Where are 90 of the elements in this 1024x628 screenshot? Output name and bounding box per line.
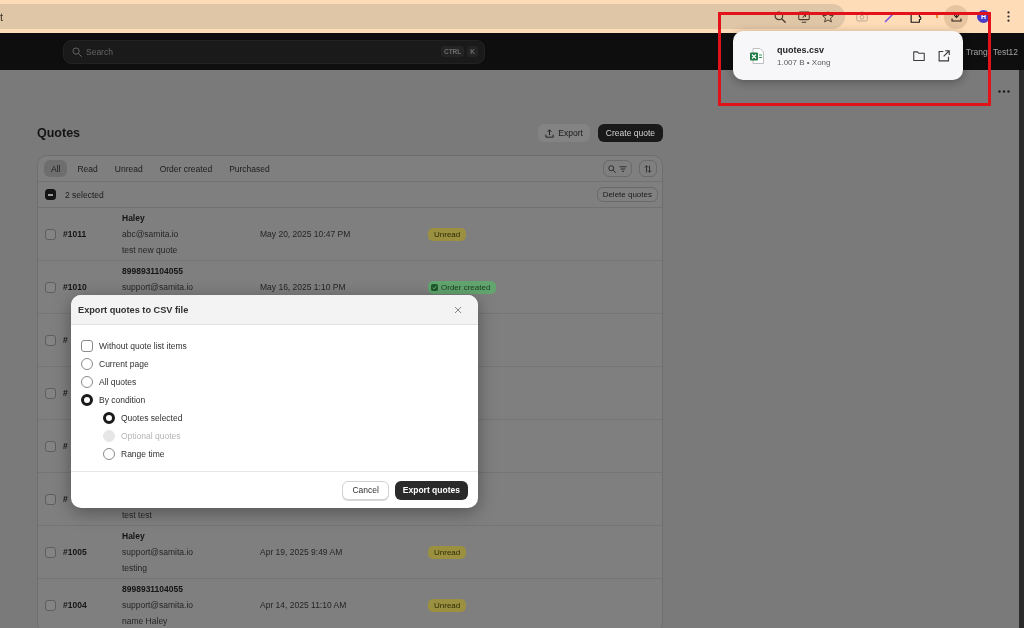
quote-date: May 16, 2025 1:10 PM (260, 282, 346, 292)
quote-note: test new quote (122, 244, 178, 256)
selection-count: 2 selected (65, 189, 104, 200)
ellipsis-icon (998, 89, 1010, 93)
status-badge: Unread (428, 545, 467, 559)
row-checkbox[interactable] (45, 440, 56, 452)
row-checkbox[interactable] (45, 493, 56, 505)
quote-note: name Haley (122, 615, 168, 627)
monitor-arrow-icon[interactable] (798, 10, 810, 23)
search-filter-button[interactable] (603, 160, 632, 177)
filter-tab[interactable]: Order created (152, 160, 220, 177)
filter-tab[interactable]: Unread (107, 160, 150, 177)
quote-number: # (63, 335, 68, 345)
quote-date: Apr 19, 2025 9:49 AM (260, 547, 343, 557)
page-title: Quotes (37, 126, 81, 140)
row-checkbox[interactable] (45, 546, 56, 558)
radio-button[interactable] (103, 448, 115, 460)
star-icon[interactable] (822, 10, 834, 23)
status-label: Order created (441, 281, 491, 294)
row-checkbox[interactable] (45, 281, 56, 293)
upload-icon (545, 128, 555, 138)
row-checkbox[interactable] (45, 387, 56, 399)
customer-email: abc@samita.io (122, 228, 179, 240)
customer-name: 8998931104055 (122, 583, 183, 595)
option-label: All quotes (99, 377, 137, 387)
account-name[interactable]: Trang Test12 (965, 46, 1018, 57)
quote-number: #1010 (63, 282, 87, 292)
row-checkbox[interactable] (45, 334, 56, 346)
search-icon (72, 46, 82, 57)
quote-date: Apr 14, 2025 11:10 AM (260, 600, 347, 610)
quote-number: # (63, 494, 68, 504)
option-label: By condition (99, 395, 146, 405)
export-quotes-button[interactable]: Export quotes (394, 480, 468, 500)
filter-tab[interactable]: Read (70, 160, 105, 177)
option-label: Optional quotes (121, 431, 181, 441)
sort-icon (644, 164, 652, 173)
close-button[interactable] (454, 305, 462, 314)
open-external-icon[interactable] (938, 49, 950, 62)
radio-button[interactable] (81, 376, 93, 388)
filter-tab[interactable]: All (44, 160, 68, 177)
file-name[interactable]: quotes.csv (777, 44, 831, 55)
dialog-title: Export quotes to CSV file (78, 304, 189, 315)
option-label: Quotes selected (121, 413, 183, 423)
customer-email: support@samita.io (122, 599, 193, 611)
close-icon (454, 305, 462, 314)
address-bar[interactable]: t (0, 4, 845, 29)
create-quote-button[interactable]: Create quote (597, 124, 663, 142)
option-label: Without quote list items (99, 341, 187, 351)
radio-button[interactable] (103, 412, 115, 424)
cancel-button[interactable]: Cancel (342, 480, 389, 500)
option-label: Current page (99, 359, 149, 369)
row-checkbox[interactable] (45, 228, 56, 240)
quote-number: # (63, 441, 68, 451)
radio-button[interactable] (81, 358, 93, 370)
camera-icon[interactable] (856, 11, 868, 22)
quote-note: testing (122, 562, 148, 574)
select-all-checkbox[interactable] (45, 189, 56, 200)
status-badge: Unread (428, 598, 467, 612)
customer-name: Haley (122, 530, 145, 542)
delete-quotes-button[interactable]: Delete quotes (596, 187, 658, 202)
option-label: Range time (121, 449, 165, 459)
search-input[interactable]: Search (86, 44, 437, 59)
filter-tab[interactable]: Purchased (222, 160, 277, 177)
status-badge: Unread (428, 227, 467, 241)
quote-number: # (63, 388, 68, 398)
check-square-icon (431, 283, 438, 291)
browser-menu-button[interactable] (1007, 11, 1010, 22)
search-icon (608, 164, 616, 173)
sort-button[interactable] (639, 160, 657, 177)
quote-number: #1011 (63, 229, 87, 239)
customer-name: Haley (122, 212, 145, 224)
export-button[interactable]: Export (538, 124, 590, 142)
quote-number: #1004 (63, 600, 87, 610)
filter-icon (619, 164, 627, 173)
spreadsheet-file-icon (750, 47, 764, 64)
row-checkbox[interactable] (45, 599, 56, 611)
customer-name: 8998931104055 (122, 265, 183, 277)
checkbox[interactable] (81, 340, 93, 352)
quote-number: #1005 (63, 547, 87, 557)
radio-button[interactable] (81, 394, 93, 406)
address-text: t (0, 10, 4, 23)
button-label: Export (558, 128, 583, 138)
quote-note: test test (122, 509, 152, 521)
folder-icon[interactable] (913, 49, 925, 62)
more-button[interactable] (998, 89, 1012, 93)
customer-email: support@samita.io (122, 546, 193, 558)
quote-date: May 20, 2025 10:47 PM (260, 229, 351, 239)
vertical-dots-icon (1007, 11, 1010, 22)
customer-email: support@samita.io (122, 281, 193, 293)
file-details: 1.007 B • Xong (777, 57, 831, 67)
